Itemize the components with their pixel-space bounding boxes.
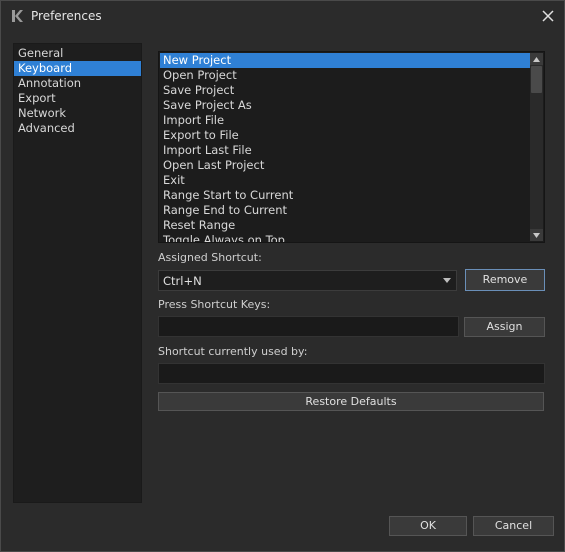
scrollbar-thumb[interactable] [531,66,542,93]
press-shortcut-input[interactable] [158,316,459,337]
command-item[interactable]: Open Project [160,68,530,83]
restore-defaults-button[interactable]: Restore Defaults [158,392,544,411]
ok-button[interactable]: OK [389,516,467,536]
assigned-shortcut-select[interactable]: Ctrl+N [158,270,457,291]
remove-button[interactable]: Remove [465,269,545,291]
category-item-network[interactable]: Network [14,106,141,121]
cancel-button[interactable]: Cancel [473,516,554,536]
assigned-shortcut-label: Assigned Shortcut: [158,251,262,264]
close-icon [542,10,554,22]
command-list[interactable]: New Project Open Project Save Project Save … [160,53,530,242]
command-item[interactable]: Range End to Current [160,203,530,218]
assigned-shortcut-value: Ctrl+N [163,274,202,288]
command-item[interactable]: Exit [160,173,530,188]
arrow-up-icon [533,56,540,62]
command-item[interactable]: Open Last Project [160,158,530,173]
command-item[interactable]: Save Project As [160,98,530,113]
arrow-down-icon [533,232,540,238]
window-title: Preferences [31,9,102,23]
title-bar: Preferences [1,1,564,32]
used-by-field [158,363,545,384]
category-item-keyboard[interactable]: Keyboard [14,61,141,76]
app-logo-icon [12,10,23,22]
command-item[interactable]: Range Start to Current [160,188,530,203]
command-item[interactable]: Import Last File [160,143,530,158]
category-item-advanced[interactable]: Advanced [14,121,141,136]
press-shortcut-label: Press Shortcut Keys: [158,298,271,311]
command-item[interactable]: Save Project [160,83,530,98]
command-list-container: New Project Open Project Save Project Save … [158,51,545,243]
command-item[interactable]: New Project [160,53,530,68]
category-item-export[interactable]: Export [14,91,141,106]
command-list-scrollbar[interactable] [530,53,543,241]
used-by-label: Shortcut currently used by: [158,345,308,358]
preferences-dialog: Preferences General Keyboard Annotation Exp… [0,0,565,552]
command-item[interactable]: Reset Range [160,218,530,233]
category-item-general[interactable]: General [14,46,141,61]
close-button[interactable] [539,7,557,25]
assign-button[interactable]: Assign [464,317,545,337]
command-item[interactable]: Import File [160,113,530,128]
category-item-annotation[interactable]: Annotation [14,76,141,91]
scroll-up-button[interactable] [530,53,543,65]
command-item[interactable]: Toggle Always on Top [160,233,530,242]
scroll-down-button[interactable] [530,229,543,241]
command-item[interactable]: Export to File [160,128,530,143]
chevron-down-icon [443,278,451,283]
category-list[interactable]: General Keyboard Annotation Export Network Ad… [13,43,142,503]
